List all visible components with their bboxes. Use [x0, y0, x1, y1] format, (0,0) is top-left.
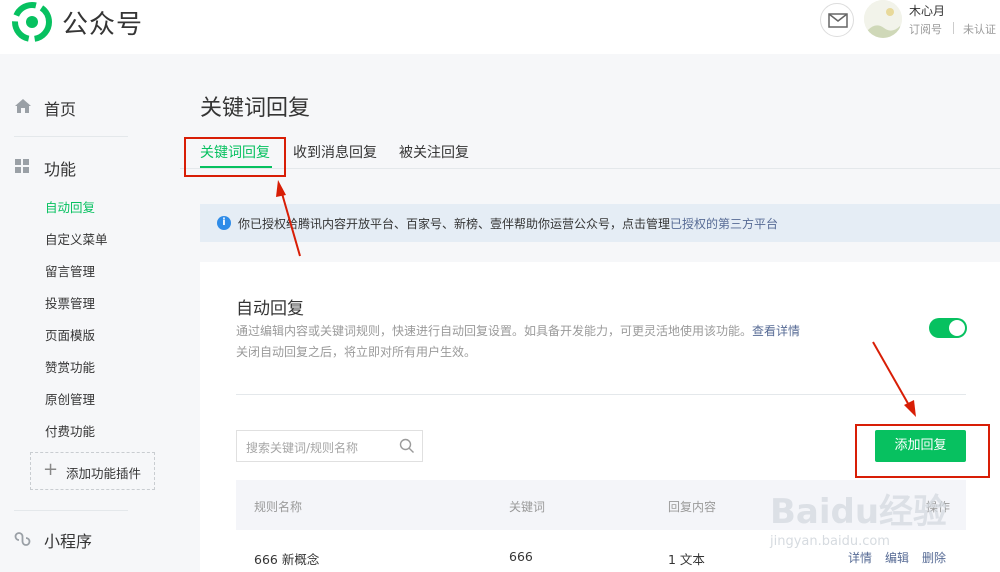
mail-button[interactable] — [820, 3, 854, 37]
highlight-box-tab — [184, 137, 286, 177]
sidebar-item-templates[interactable]: 页面模版 — [45, 325, 95, 344]
sidebar-item-paid[interactable]: 付费功能 — [45, 421, 95, 440]
auto-reply-title: 自动回复 — [236, 299, 304, 319]
divider — [953, 22, 954, 34]
info-banner: i 你已授权给腾讯内容开放平台、百家号、新榜、壹伴帮助你运营公众号，点击管理已授… — [200, 204, 1000, 242]
info-text: 你已授权给腾讯内容开放平台、百家号、新榜、壹伴帮助你运营公众号，点击管理 — [238, 217, 671, 231]
divider — [180, 168, 1000, 169]
divider — [236, 394, 966, 395]
rule-reply: 1 文本 — [668, 552, 705, 567]
watermark-url: jingyan.baidu.com — [770, 534, 890, 549]
mini-program-icon — [14, 532, 31, 546]
rule-keyword: 666 — [509, 549, 533, 564]
sidebar-item-label: 小程序 — [44, 532, 93, 551]
toggle-knob — [949, 320, 965, 336]
sidebar-item-label: 功能 — [44, 160, 77, 179]
divider — [14, 510, 128, 511]
wechat-official-logo[interactable] — [12, 2, 52, 42]
column-header-keyword: 关键词 — [509, 500, 546, 514]
mail-icon — [828, 13, 848, 28]
brand-title[interactable]: 公众号 — [62, 4, 143, 41]
view-details-link[interactable]: 查看详情 — [752, 324, 800, 338]
info-text-wrap: 你已授权给腾讯内容开放平台、百家号、新榜、壹伴帮助你运营公众号，点击管理已授权的… — [238, 215, 778, 232]
info-icon: i — [217, 216, 231, 230]
sidebar: 首页 功能 自动回复 自定义菜单 留言管理 投票管理 页面模版 赞赏功能 原创管… — [0, 54, 180, 572]
auto-reply-note: 关闭自动回复之后，将立即对所有用户生效。 — [236, 345, 477, 359]
column-header-rule: 规则名称 — [254, 500, 303, 514]
highlight-box-add — [855, 424, 990, 478]
search-placeholder: 搜索关键词/规则名称 — [246, 441, 359, 455]
account-type: 订阅号 — [909, 23, 942, 36]
top-bar: 公众号 木心月 订阅号 未认证 — [0, 0, 1000, 54]
page-title: 关键词回复 — [200, 96, 311, 121]
sidebar-item-custom-menu[interactable]: 自定义菜单 — [45, 229, 108, 248]
auto-reply-toggle[interactable] — [929, 318, 967, 338]
tab-follow-reply[interactable]: 被关注回复 — [399, 142, 469, 162]
add-plugin-button[interactable]: + 添加功能插件 — [30, 452, 155, 490]
sidebar-item-votes[interactable]: 投票管理 — [45, 293, 95, 312]
sidebar-item-label: 首页 — [44, 100, 77, 119]
auto-reply-description: 通过编辑内容或关键词规则，快速进行自动回复设置。如具备开发能力，可更灵活地使用该… — [236, 324, 753, 338]
sidebar-item-auto-reply[interactable]: 自动回复 — [45, 197, 95, 216]
avatar[interactable] — [864, 0, 902, 38]
tab-message-reply[interactable]: 收到消息回复 — [293, 142, 377, 162]
auto-reply-description-wrap: 通过编辑内容或关键词规则，快速进行自动回复设置。如具备开发能力，可更灵活地使用该… — [236, 322, 800, 339]
account-name[interactable]: 木心月 — [909, 2, 945, 19]
grid-icon — [15, 159, 29, 173]
add-plugin-label: 添加功能插件 — [66, 466, 142, 481]
authorized-platforms-link[interactable]: 已授权的第三方平台 — [670, 217, 778, 231]
baidu-watermark: Baidu经验 jingyan.baidu.com — [770, 484, 996, 568]
plus-icon: + — [43, 459, 59, 480]
watermark-brand: Baidu经验 — [770, 492, 948, 532]
column-header-reply: 回复内容 — [668, 500, 717, 514]
verify-status: 未认证 — [963, 23, 996, 36]
search-icon[interactable] — [399, 438, 415, 454]
rule-name: 666 新概念 — [254, 552, 320, 567]
divider — [14, 136, 128, 137]
search-input[interactable]: 搜索关键词/规则名称 — [236, 430, 423, 462]
sidebar-item-original[interactable]: 原创管理 — [45, 389, 95, 408]
home-icon — [15, 99, 31, 113]
sidebar-item-reward[interactable]: 赞赏功能 — [45, 357, 95, 376]
sidebar-item-comments[interactable]: 留言管理 — [45, 261, 95, 280]
